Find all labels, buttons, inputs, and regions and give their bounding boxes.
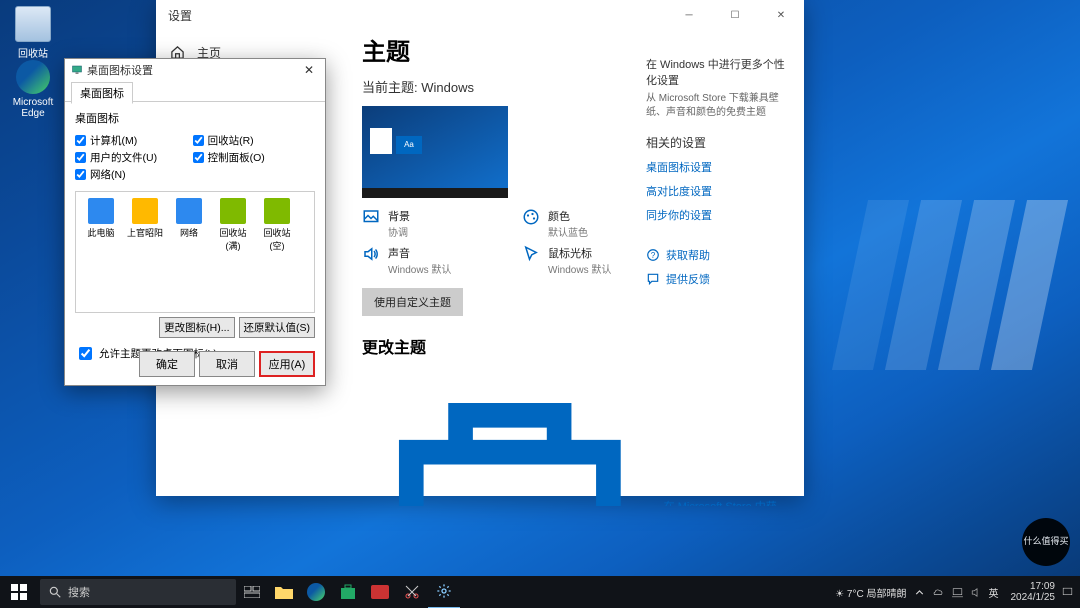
preview-icon[interactable]: 回收站(满)	[214, 198, 252, 306]
watermark-smzdm: 什么值得买	[1022, 518, 1070, 566]
dialog-title: 桌面图标设置	[87, 62, 153, 78]
taskbar: 搜索 ☀ 7°C 局部晴朗 英 17:092024/1/25	[0, 576, 1080, 608]
restore-defaults-button[interactable]: 还原默认值(S)	[239, 317, 316, 338]
sound-icon	[362, 245, 380, 263]
taskview-icon	[244, 586, 260, 598]
link-desktop-icons[interactable]: 桌面图标设置	[646, 159, 786, 175]
dialog-titlebar[interactable]: 桌面图标设置 ✕	[65, 59, 325, 81]
dialog-close-button[interactable]: ✕	[299, 63, 319, 77]
desktop: 回收站 Microsoft Edge 设置 ─ ☐ ✕ 主页 主题 当前主题: …	[0, 0, 1080, 608]
ok-button[interactable]: 确定	[139, 351, 195, 377]
palette-icon	[522, 208, 540, 226]
desktop-icon-edge[interactable]: Microsoft Edge	[6, 60, 60, 119]
preview-icon[interactable]: 此电脑	[82, 198, 120, 306]
volume-icon[interactable]	[970, 586, 983, 599]
taskbar-app-store[interactable]	[332, 576, 364, 608]
change-theme-heading: 更改主题	[362, 334, 782, 358]
taskbar-app-media[interactable]	[364, 576, 396, 608]
media-icon	[371, 585, 389, 599]
check-recycle[interactable]: 回收站(R)	[193, 132, 311, 149]
check-user[interactable]: 用户的文件(U)	[75, 149, 193, 166]
preview-icon[interactable]: 上官昭阳	[126, 198, 164, 306]
cancel-button[interactable]: 取消	[199, 351, 255, 377]
system-tray: ☀ 7°C 局部晴朗 英 17:092024/1/25	[835, 581, 1080, 603]
side-sub: 从 Microsoft Store 下载兼具壁纸、声音和颜色的免费主题	[646, 92, 786, 120]
icon-glyph	[264, 198, 290, 224]
attr-color[interactable]: 颜色默认蓝色	[522, 208, 652, 239]
taskbar-app-settings[interactable]	[428, 575, 460, 608]
close-button[interactable]: ✕	[758, 0, 804, 30]
link-help[interactable]: ?获取帮助	[646, 247, 786, 263]
dialog-tabs: 桌面图标	[65, 81, 325, 102]
picture-icon	[362, 208, 380, 226]
icon-glyph	[132, 198, 158, 224]
wallpaper-windows-logo	[850, 200, 1050, 370]
taskview-button[interactable]	[236, 576, 268, 608]
desktop-icon-label: 回收站	[18, 49, 48, 60]
check-control[interactable]: 控制面板(O)	[193, 149, 311, 166]
recycle-bin-icon	[15, 6, 51, 42]
onedrive-icon[interactable]	[932, 586, 945, 599]
store-icon	[362, 366, 658, 506]
attr-sound[interactable]: 声音Windows 默认	[362, 245, 492, 276]
edge-icon	[16, 60, 50, 94]
custom-theme-button[interactable]: 使用自定义主题	[362, 288, 463, 316]
side-section-related: 相关的设置	[646, 134, 786, 151]
link-feedback[interactable]: 提供反馈	[646, 271, 786, 287]
check-network[interactable]: 网络(N)	[75, 166, 193, 183]
maximize-button[interactable]: ☐	[712, 0, 758, 30]
store-icon	[340, 584, 356, 600]
monitor-icon	[71, 64, 83, 76]
network-icon[interactable]	[951, 586, 964, 599]
cursor-icon	[522, 245, 540, 263]
tab-desktop-icons[interactable]: 桌面图标	[71, 82, 133, 104]
taskbar-app-edge[interactable]	[300, 576, 332, 608]
preview-icon[interactable]: 回收站(空)	[258, 198, 296, 306]
ime-indicator[interactable]: 英	[989, 585, 999, 600]
search-icon	[48, 585, 62, 599]
attr-background[interactable]: 背景协调	[362, 208, 492, 239]
icon-glyph	[88, 198, 114, 224]
store-link[interactable]: 在 Microsoft Store 中获取更多主题	[362, 366, 782, 506]
chevron-up-icon[interactable]	[913, 586, 926, 599]
start-button[interactable]	[0, 576, 38, 608]
theme-preview[interactable]: Aa	[362, 106, 508, 198]
attr-cursor[interactable]: 鼠标光标Windows 默认	[522, 245, 652, 276]
edge-icon	[307, 583, 325, 601]
icon-glyph	[220, 198, 246, 224]
icon-preview-box: 此电脑上官昭阳网络回收站(满)回收站(空)	[75, 191, 315, 313]
notification-icon[interactable]	[1061, 586, 1074, 599]
link-sync[interactable]: 同步你的设置	[646, 207, 786, 223]
settings-side-column: 在 Windows 中进行更多个性化设置 从 Microsoft Store 下…	[646, 56, 786, 295]
taskbar-app-explorer[interactable]	[268, 576, 300, 608]
group-label: 桌面图标	[75, 110, 315, 126]
check-computer[interactable]: 计算机(M)	[75, 132, 193, 149]
icon-checkboxes: 计算机(M) 回收站(R) 用户的文件(U) 控制面板(O) 网络(N)	[75, 130, 315, 187]
apply-button[interactable]: 应用(A)	[259, 351, 315, 377]
search-placeholder: 搜索	[68, 584, 90, 600]
taskbar-clock[interactable]: 17:092024/1/25	[1011, 581, 1056, 603]
window-controls: ─ ☐ ✕	[666, 0, 804, 30]
link-high-contrast[interactable]: 高对比度设置	[646, 183, 786, 199]
feedback-icon	[646, 272, 660, 286]
taskbar-search[interactable]: 搜索	[40, 579, 236, 605]
icon-glyph	[176, 198, 202, 224]
desktop-icon-label: Microsoft Edge	[13, 97, 54, 119]
svg-text:?: ?	[651, 251, 656, 260]
desktop-icon-recycle-bin[interactable]: 回收站	[6, 6, 60, 60]
change-icon-button[interactable]: 更改图标(H)...	[159, 317, 234, 338]
help-icon: ?	[646, 248, 660, 262]
folder-icon	[275, 585, 293, 599]
desktop-icon-settings-dialog: 桌面图标设置 ✕ 桌面图标 桌面图标 计算机(M) 回收站(R) 用户的文件(U…	[64, 58, 326, 386]
scissors-icon	[404, 584, 420, 600]
preview-icon[interactable]: 网络	[170, 198, 208, 306]
gear-icon	[436, 583, 452, 599]
weather-widget[interactable]: ☀ 7°C 局部晴朗	[835, 585, 906, 600]
minimize-button[interactable]: ─	[666, 0, 712, 30]
taskbar-app-snip[interactable]	[396, 576, 428, 608]
windows-icon	[11, 584, 27, 600]
settings-title: 设置	[168, 7, 192, 24]
side-heading: 在 Windows 中进行更多个性化设置	[646, 56, 786, 88]
